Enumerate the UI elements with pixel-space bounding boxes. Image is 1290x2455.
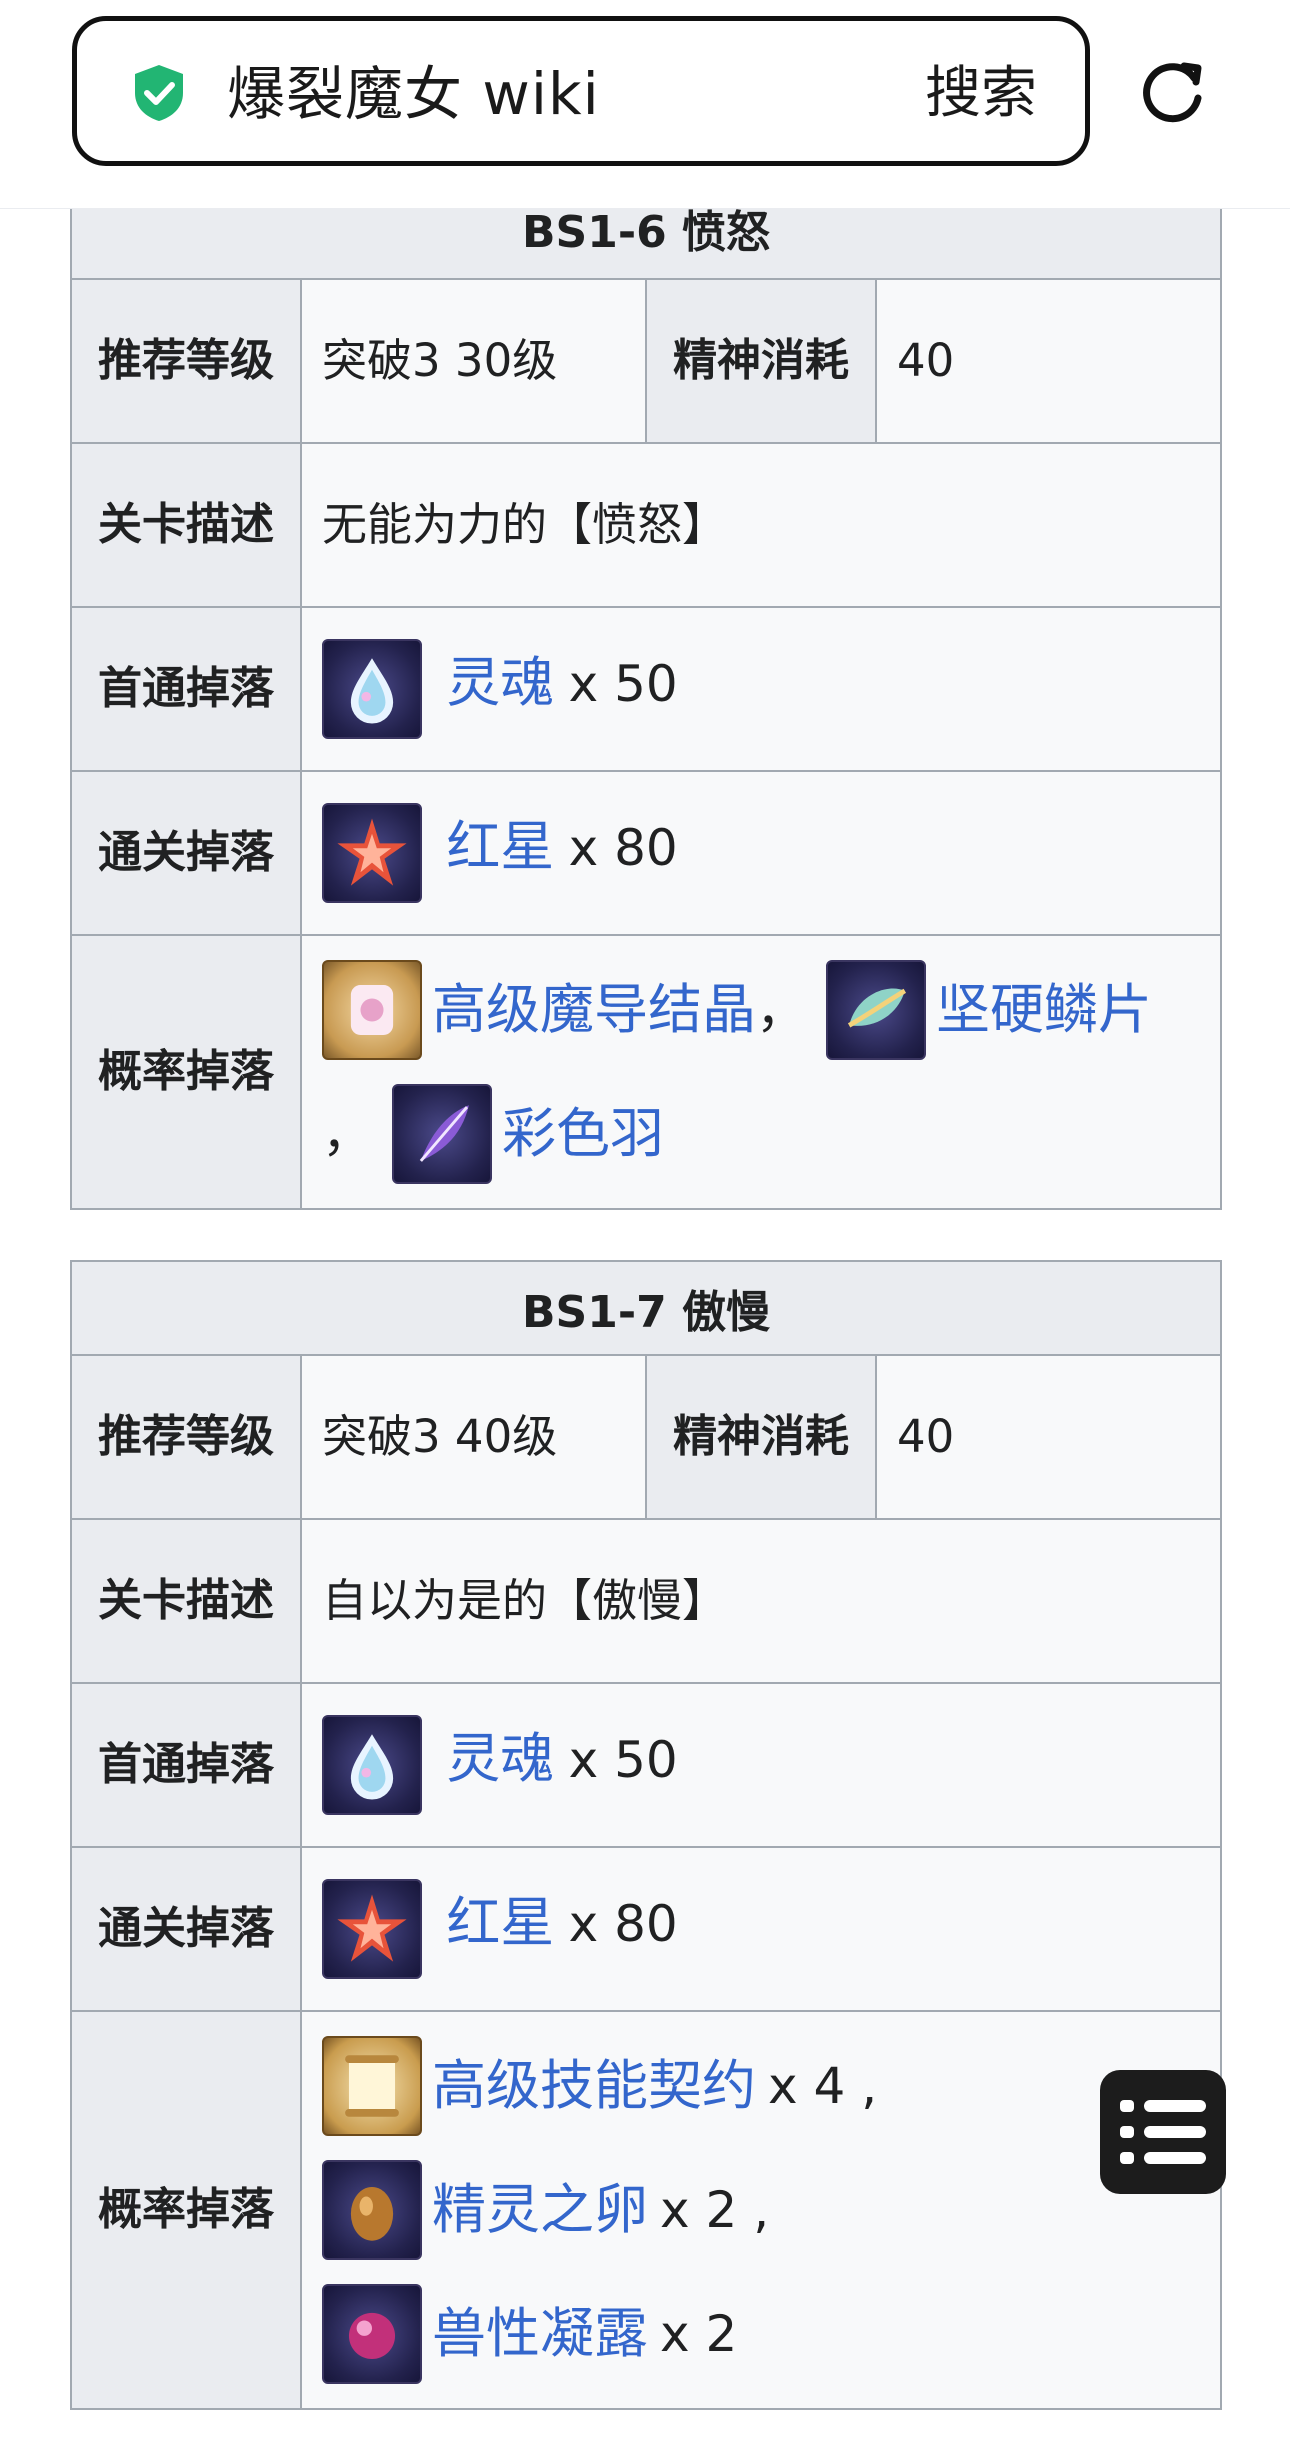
clear-drop-label: 通关掉落 xyxy=(70,1846,302,2012)
stage-description-label: 关卡描述 xyxy=(70,1518,302,1684)
recommended-level-value: 突破3 30级 xyxy=(300,278,647,444)
item-link-advanced-crystal[interactable]: 高级魔导结晶 xyxy=(432,974,756,1046)
beast-dew-icon[interactable] xyxy=(322,2284,422,2384)
item-quantity: x 50 xyxy=(568,1731,678,1789)
stamina-cost-value: 40 xyxy=(874,278,1223,444)
separator: ， xyxy=(322,1105,372,1163)
stamina-cost-label: 精神消耗 xyxy=(645,1354,877,1520)
soul-gem-icon[interactable] xyxy=(322,639,422,739)
list-menu-button[interactable] xyxy=(1100,2070,1226,2194)
search-button[interactable]: 搜索 xyxy=(925,59,1037,129)
clear-drop-cell: 红星 x 80 xyxy=(299,770,1223,936)
clear-drop-label: 通关掉落 xyxy=(70,770,302,936)
spirit-egg-icon[interactable] xyxy=(322,2160,422,2260)
item-link-skill-contract[interactable]: 高级技能契约 xyxy=(432,2050,756,2122)
first-clear-drop-label: 首通掉落 xyxy=(70,606,302,772)
stage-description-value: 无能为力的【愤怒】 xyxy=(299,442,1223,608)
shield-check-icon xyxy=(135,65,183,121)
hard-scale-icon[interactable] xyxy=(826,960,926,1060)
stage-table-bs1-6: BS1-6 愤怒 推荐等级 突破3 30级 精神消耗 40 关卡描述 无能为力的… xyxy=(69,150,1223,1210)
stamina-cost-value: 40 xyxy=(874,1354,1223,1520)
stamina-cost-label: 精神消耗 xyxy=(645,278,877,444)
item-link-hard-scale[interactable]: 坚硬鳞片 xyxy=(936,974,1152,1046)
item-quantity: x 50 xyxy=(568,655,678,713)
clear-drop-cell: 红星 x 80 xyxy=(299,1846,1223,2012)
item-link-spirit-egg[interactable]: 精灵之卵 xyxy=(432,2174,648,2246)
recommended-level-label: 推荐等级 xyxy=(70,1354,302,1520)
stage-description-value: 自以为是的【傲慢】 xyxy=(299,1518,1223,1684)
soul-gem-icon[interactable] xyxy=(322,1715,422,1815)
search-query-text[interactable]: 爆裂魔女 wiki xyxy=(227,59,600,129)
item-link-soul[interactable]: 灵魂 xyxy=(446,651,554,714)
skill-contract-scroll-icon[interactable] xyxy=(322,2036,422,2136)
stage-description-label: 关卡描述 xyxy=(70,442,302,608)
item-quantity: x 2 , xyxy=(660,2181,770,2239)
recommended-level-value: 突破3 40级 xyxy=(300,1354,647,1520)
reload-icon[interactable] xyxy=(1140,58,1208,126)
search-box[interactable]: 爆裂魔女 wiki 搜索 xyxy=(72,16,1090,166)
first-clear-drop-cell: 灵魂 x 50 xyxy=(299,606,1223,772)
item-link-colorful-feather[interactable]: 彩色羽 xyxy=(502,1098,664,1170)
advanced-crystal-icon[interactable] xyxy=(322,960,422,1060)
browser-top-bar: 爆裂魔女 wiki 搜索 xyxy=(0,0,1290,209)
item-quantity: x 2 xyxy=(660,2305,738,2363)
stage-title: BS1-7 傲慢 xyxy=(69,1260,1223,1356)
red-star-icon[interactable] xyxy=(322,1879,422,1979)
item-quantity: x 4 , xyxy=(768,2057,878,2115)
stage-table-bs1-7: BS1-7 傲慢 推荐等级 突破3 40级 精神消耗 40 关卡描述 自以为是的… xyxy=(69,1260,1223,2410)
list-menu-icon xyxy=(1120,2100,1206,2164)
probability-drop-cell: 高级技能契约 x 4 , 精灵之卵 x 2 , 兽性凝露 x 2 xyxy=(299,2010,1223,2410)
item-quantity: x 80 xyxy=(568,819,678,877)
item-link-soul[interactable]: 灵魂 xyxy=(446,1727,554,1790)
probability-drop-cell: 高级魔导结晶 ， 坚硬鳞片 ， 彩色羽 xyxy=(299,934,1223,1210)
red-star-icon[interactable] xyxy=(322,803,422,903)
first-clear-drop-cell: 灵魂 x 50 xyxy=(299,1682,1223,1848)
item-link-red-star[interactable]: 红星 xyxy=(446,815,554,878)
item-link-beast-dew[interactable]: 兽性凝露 xyxy=(432,2298,648,2370)
probability-drop-label: 概率掉落 xyxy=(70,934,302,1210)
recommended-level-label: 推荐等级 xyxy=(70,278,302,444)
colorful-feather-icon[interactable] xyxy=(392,1084,492,1184)
separator: ， xyxy=(756,981,806,1039)
item-quantity: x 80 xyxy=(568,1895,678,1953)
first-clear-drop-label: 首通掉落 xyxy=(70,1682,302,1848)
item-link-red-star[interactable]: 红星 xyxy=(446,1891,554,1954)
probability-drop-label: 概率掉落 xyxy=(70,2010,302,2410)
